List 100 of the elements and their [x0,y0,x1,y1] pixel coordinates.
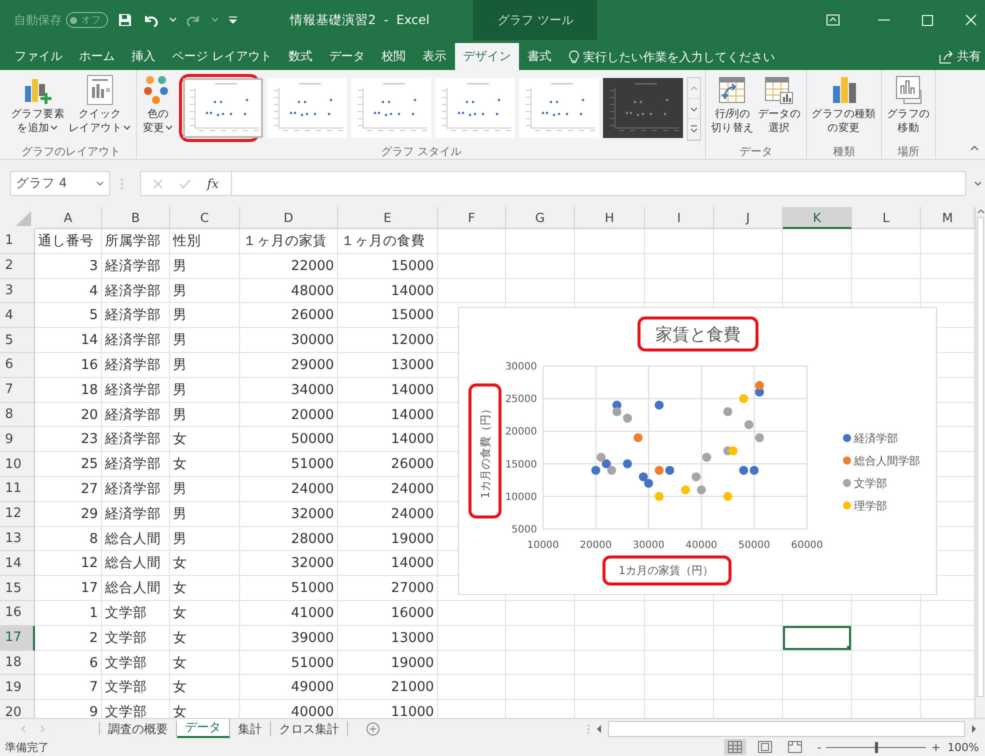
axis-tick-label: 20000 [580,540,612,551]
sheet-tab[interactable]: 集計 [230,721,271,736]
ribbon-tab[interactable]: 表示 [414,43,455,70]
row-number[interactable]: 6 [0,352,35,378]
ribbon-button[interactable]: グラフ要素 を追加 [10,74,66,136]
share-button[interactable]: 共有 [939,43,985,70]
ribbon-button[interactable]: 行/列の 切り替え [710,74,755,136]
empty-cell [506,650,575,676]
row-number[interactable]: 7 [0,378,35,403]
column-header[interactable]: C [170,207,240,229]
group-label: グラフのレイアウト [20,144,122,159]
table-cell: 女 [170,452,240,477]
table-cell: 経済学部 [102,328,170,353]
data-point [654,492,664,501]
name-box[interactable]: グラフ 4 [10,171,110,196]
row-number[interactable]: 13 [0,526,35,552]
row-number[interactable]: 16 [0,600,35,626]
column-header[interactable]: J [714,207,783,229]
row-number[interactable]: 8 [0,402,35,428]
insert-function-button[interactable]: fx [207,176,219,191]
row-number[interactable]: 11 [0,476,35,502]
chart-area[interactable]: 5000 10000 15000 20000 25000 30000 10000 20000 30000 40000 50000 60000 家賃と食費 1カ月の家賃（円） 1カ月の食費（円） 経済学部 総合人間学部 文学部 理学部 [458,307,937,595]
table-cell: 経済学部 [102,502,170,527]
caret-icon[interactable] [96,180,104,188]
row-number[interactable]: 9 [0,427,35,452]
ribbon-tab[interactable]: ページ レイアウト [164,43,280,70]
column-header[interactable]: I [645,207,714,229]
table-cell: 25 [35,452,102,477]
row-number[interactable]: 18 [0,650,35,676]
column-header[interactable]: B [102,207,170,229]
column-header[interactable]: M [921,207,975,229]
ribbon-tab[interactable]: 数式 [280,43,321,70]
row-number[interactable]: 19 [0,675,35,700]
formula-input[interactable] [232,171,966,196]
legend-label: 総合人間学部 [854,454,920,468]
zoom-slider-thumb[interactable] [875,742,878,752]
column-header[interactable]: L [852,207,921,229]
window-title: 情報基礎演習2 - Excel [290,12,430,28]
ribbon-button[interactable]: データの 選択 [756,74,802,136]
column-header[interactable]: F [438,207,506,229]
column-header[interactable]: E [338,207,438,229]
ribbon-tab[interactable]: 校閲 [373,43,414,70]
scroll-right-icon[interactable] [971,724,977,732]
ribbon-button[interactable]: グラフの 移動 [886,74,931,136]
search-field[interactable]: 実行したい作業を入力してください [582,50,833,64]
row-number[interactable]: 2 [0,254,35,279]
selected-cell[interactable] [783,626,852,651]
add-sheet-icon[interactable] [366,722,380,736]
scroll-up-icon[interactable] [976,207,984,215]
ribbon-tab[interactable]: ファイル [6,43,71,70]
column-header[interactable]: A [35,207,102,229]
ribbon-display-icon[interactable] [826,14,840,26]
view-mode-button[interactable] [724,739,746,755]
row-number[interactable]: 20 [0,700,35,718]
caret-icon[interactable] [169,16,177,24]
table-cell: 14000 [338,427,438,452]
ribbon-button[interactable]: クイック レイアウト [68,74,132,136]
ribbon-tab[interactable]: データ [320,43,374,70]
data-point [622,414,632,423]
customize-icon[interactable] [228,15,238,25]
maximize-icon[interactable] [922,14,933,26]
sheet-tab[interactable]: データ [177,719,230,738]
ribbon-button[interactable]: 色の 変更 [141,74,176,136]
empty-cell [575,626,645,651]
scroll-left-icon[interactable] [596,724,602,732]
table-cell: 総合人間 [102,576,170,601]
vertical-scrollbar[interactable] [975,207,985,718]
zoom-out-button[interactable]: - [814,740,824,754]
column-header[interactable]: D [240,207,338,229]
chart-style-thumbnail[interactable] [179,74,260,142]
row-number[interactable]: 12 [0,502,35,527]
row-number[interactable]: 17 [0,626,35,651]
row-number[interactable]: 14 [0,551,35,576]
ribbon-tab[interactable]: ホーム [70,43,124,70]
table-cell: 女 [170,551,240,576]
save-icon[interactable] [117,12,133,28]
row-number[interactable]: 5 [0,328,35,353]
empty-cell [645,229,714,254]
horizontal-scrollbar[interactable] [587,719,977,738]
ribbon-tab[interactable]: 挿入 [123,43,164,70]
table-cell: 32000 [240,551,338,576]
ribbon-tab[interactable]: デザイン [454,43,520,70]
table-cell: 7 [35,675,102,700]
ribbon-button[interactable]: グラフの種類 の変更 [810,74,877,136]
empty-cell [506,229,575,254]
zoom-in-button[interactable]: + [928,740,944,754]
ribbon-tab[interactable]: 書式 [519,43,560,70]
empty-cell [714,675,783,700]
sheet-tab[interactable]: クロス集計 [271,721,348,736]
row-number[interactable]: 4 [0,303,35,328]
column-header[interactable]: H [575,207,645,229]
row-number[interactable]: 10 [0,452,35,477]
row-number[interactable]: 1 [0,229,35,254]
column-header[interactable]: G [506,207,575,229]
column-header[interactable]: K [783,207,852,229]
row-number[interactable]: 15 [0,576,35,601]
collapse-ribbon-icon[interactable] [970,145,979,151]
close-icon[interactable] [965,14,977,26]
row-number[interactable]: 3 [0,278,35,304]
expand-icon[interactable] [974,180,982,188]
